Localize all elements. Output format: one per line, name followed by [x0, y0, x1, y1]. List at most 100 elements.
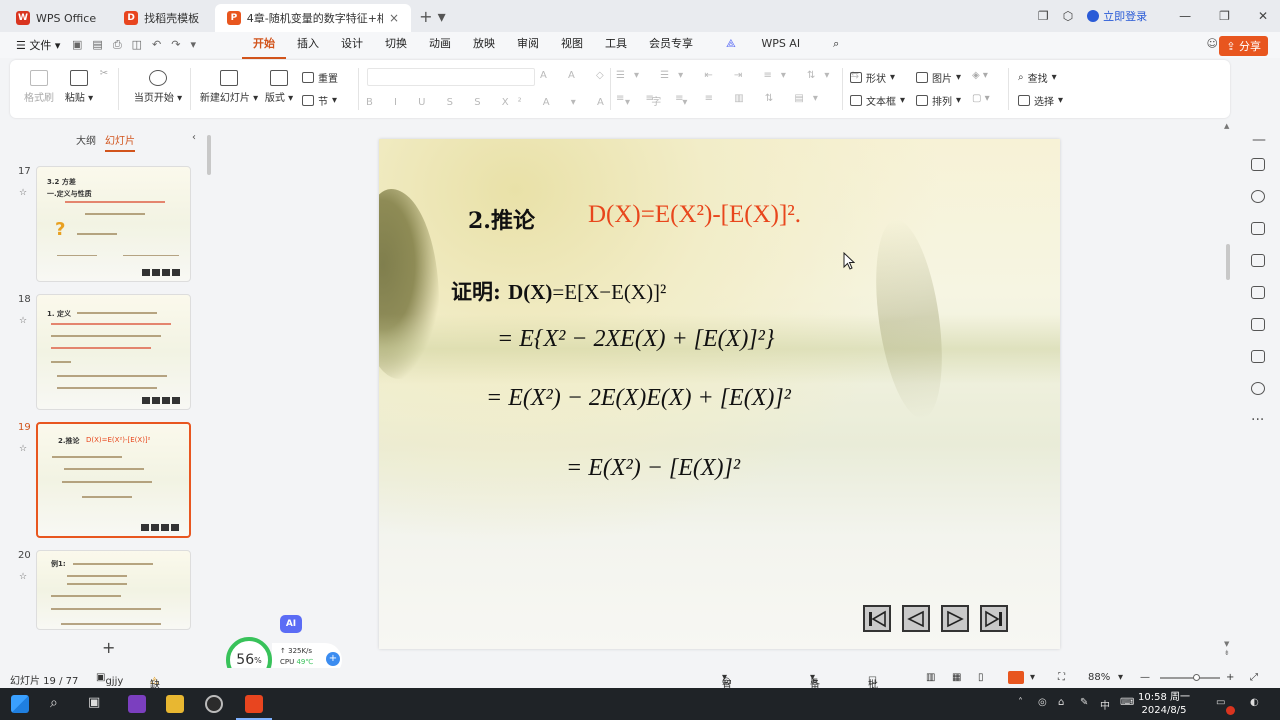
boost-icon[interactable]: + [326, 652, 340, 666]
derivation-line-3[interactable]: = E(X²) − [E(X)]² [566, 455, 740, 482]
slide-canvas[interactable]: 2.推论 D(X)=E(X²)-[E(X)]². 证明: D(X)=E[X−E(… [379, 139, 1060, 649]
login-button[interactable]: 立即登录 [1087, 8, 1147, 24]
tray-app-icon[interactable]: ◎ [1038, 697, 1047, 708]
tray-pen-icon[interactable]: ✎ [1080, 697, 1088, 708]
tab-transition[interactable]: 切换 [374, 31, 418, 59]
tab-home[interactable]: 开始 [242, 31, 286, 59]
previous-slide-button[interactable] [902, 605, 930, 632]
beautify-button[interactable]: ◎ 智能美化 ▾ [722, 672, 732, 720]
new-slide-button[interactable]: 新建幻灯片 ▾ [198, 70, 260, 104]
proof-line[interactable]: 证明: D(X)=E[X−E(X)]² [451, 276, 666, 306]
notification-icon[interactable]: ▭ [1216, 697, 1225, 708]
paste-button[interactable]: 粘贴 ▾ [62, 70, 96, 104]
wps-taskbar-icon[interactable] [245, 695, 263, 713]
tools-icon[interactable] [1251, 286, 1265, 299]
zoom-slider[interactable] [1160, 677, 1220, 679]
slideshow-dropdown[interactable]: ▾ [1030, 672, 1035, 683]
cut-button[interactable]: ✂ [98, 68, 110, 79]
slide-thumbnail[interactable]: 3.2 方差 一.定义与性质 ? [36, 166, 191, 282]
clock[interactable]: 10:58 周一 2024/8/5 [1138, 691, 1190, 717]
preview-icon[interactable]: ◫ [132, 38, 142, 52]
settings-icon[interactable] [1251, 350, 1265, 363]
smile-icon[interactable]: ☺ [1207, 37, 1218, 50]
tab-template[interactable]: D 找稻壳模板 [112, 4, 211, 32]
onenote-icon[interactable] [128, 695, 146, 713]
sidebar-minus-icon[interactable]: — [1252, 132, 1266, 148]
zoom-in-icon[interactable]: + [1226, 672, 1234, 683]
scroll-up-icon[interactable]: ▲ [1224, 122, 1229, 130]
search-taskbar-icon[interactable]: ⌕ [50, 695, 58, 711]
arrange-button[interactable]: 排列 ▾ [916, 93, 961, 108]
star-icon[interactable]: ☆ [19, 572, 27, 582]
zoom-level[interactable]: 88% [1088, 672, 1110, 683]
theme-name[interactable]: ▣ gjjy [96, 672, 123, 687]
undo-icon[interactable]: ↶ [152, 38, 161, 52]
tab-slides[interactable]: 幻灯片 [105, 132, 135, 152]
more-icon[interactable]: ▾ [190, 38, 196, 52]
tab-presentation[interactable]: P 4章-随机变量的数字特征+相… × [215, 4, 412, 32]
windows-start-icon[interactable] [11, 695, 29, 713]
fullscreen-icon[interactable]: ⤢ [1250, 672, 1258, 683]
sorter-view-icon[interactable]: ▦ [952, 672, 961, 683]
book-icon[interactable] [1251, 318, 1265, 331]
zoom-out-icon[interactable]: — [1140, 672, 1150, 683]
star-tool-icon[interactable] [1251, 190, 1265, 203]
color-icon[interactable]: ◐ [1250, 697, 1259, 708]
star-icon[interactable]: ☆ [19, 188, 27, 198]
close-tab-icon[interactable]: × [389, 11, 399, 25]
notes-button[interactable]: ≡ 备注 ▾ [810, 672, 820, 706]
picture-button[interactable]: 图片 ▾ [916, 70, 961, 85]
file-menu[interactable]: ☰ 文件 ▾ [0, 37, 72, 53]
tab-slideshow[interactable]: 放映 [462, 31, 506, 59]
tab-outline[interactable]: 大纲 [76, 132, 96, 147]
restore-layout-icon[interactable]: ❐ [1038, 9, 1049, 23]
textbox-button[interactable]: 文本框 ▾ [850, 93, 905, 108]
tab-tools[interactable]: 工具 [594, 31, 638, 59]
fit-icon[interactable]: ⛶ [1058, 672, 1065, 683]
tab-member[interactable]: 会员专享 [638, 31, 704, 59]
ime-indicator[interactable]: 中 [1100, 697, 1110, 712]
format-painter-button[interactable]: 格式刷 [22, 70, 56, 104]
slideshow-icon[interactable] [1008, 671, 1024, 684]
more-dots-icon[interactable]: ··· [1251, 412, 1264, 428]
tab-design[interactable]: 设计 [330, 31, 374, 59]
ai-badge[interactable]: AI [280, 615, 302, 633]
save-icon[interactable]: ▣ [72, 38, 82, 52]
file-explorer-icon[interactable] [166, 695, 184, 713]
print-icon[interactable]: ⎙ [113, 38, 122, 52]
tray-chevron-icon[interactable]: ˄ [1018, 697, 1023, 708]
new-tab-button[interactable]: + ▾ [419, 7, 446, 26]
outline-button[interactable]: ▢ ▾ [972, 93, 990, 104]
add-slide-button[interactable]: + [102, 638, 115, 657]
zoom-dropdown[interactable]: ▾ [1118, 672, 1123, 683]
tab-view[interactable]: 视图 [550, 31, 594, 59]
slide-heading[interactable]: 2.推论 [468, 203, 535, 235]
layout-button[interactable]: 版式 ▾ [262, 70, 296, 104]
tab-review[interactable]: 审阅 [506, 31, 550, 59]
tab-insert[interactable]: 插入 [286, 31, 330, 59]
brush-tool-icon[interactable] [1251, 254, 1265, 267]
scroll-down-icon[interactable]: ▼ ⇟ [1224, 640, 1230, 658]
keyboard-icon[interactable]: ⌨ [1120, 697, 1134, 708]
star-icon[interactable]: ☆ [19, 316, 27, 326]
fill-button[interactable]: ◈ ▾ [972, 70, 988, 81]
slide-scrollbar[interactable] [1226, 244, 1230, 280]
find-button[interactable]: ⌕ 查找 ▾ [1018, 70, 1057, 85]
play-from-current-button[interactable]: 当页开始 ▾ [128, 70, 188, 104]
font-name-select[interactable] [367, 68, 535, 86]
tab-animation[interactable]: 动画 [418, 31, 462, 59]
last-slide-button[interactable] [980, 605, 1008, 632]
adjust-icon[interactable] [1251, 158, 1265, 171]
copy-icon[interactable] [1251, 222, 1265, 235]
maximize-icon[interactable]: ❐ [1219, 9, 1230, 23]
reset-button[interactable]: 重置 [302, 70, 338, 85]
wps-ai-button[interactable]: ⟁ WPS AI [704, 31, 822, 59]
next-slide-button[interactable] [941, 605, 969, 632]
redo-icon[interactable]: ↷ [171, 38, 180, 52]
shape-button[interactable]: 形状 ▾ [850, 70, 895, 85]
tab-wps-office[interactable]: W WPS Office [4, 4, 108, 32]
slide-formula[interactable]: D(X)=E(X²)-[E(X)]². [588, 201, 801, 229]
help-icon[interactable] [1251, 382, 1265, 395]
share-button[interactable]: ⇪ 分享 [1219, 36, 1268, 56]
normal-view-icon[interactable]: ▥ [926, 672, 935, 683]
